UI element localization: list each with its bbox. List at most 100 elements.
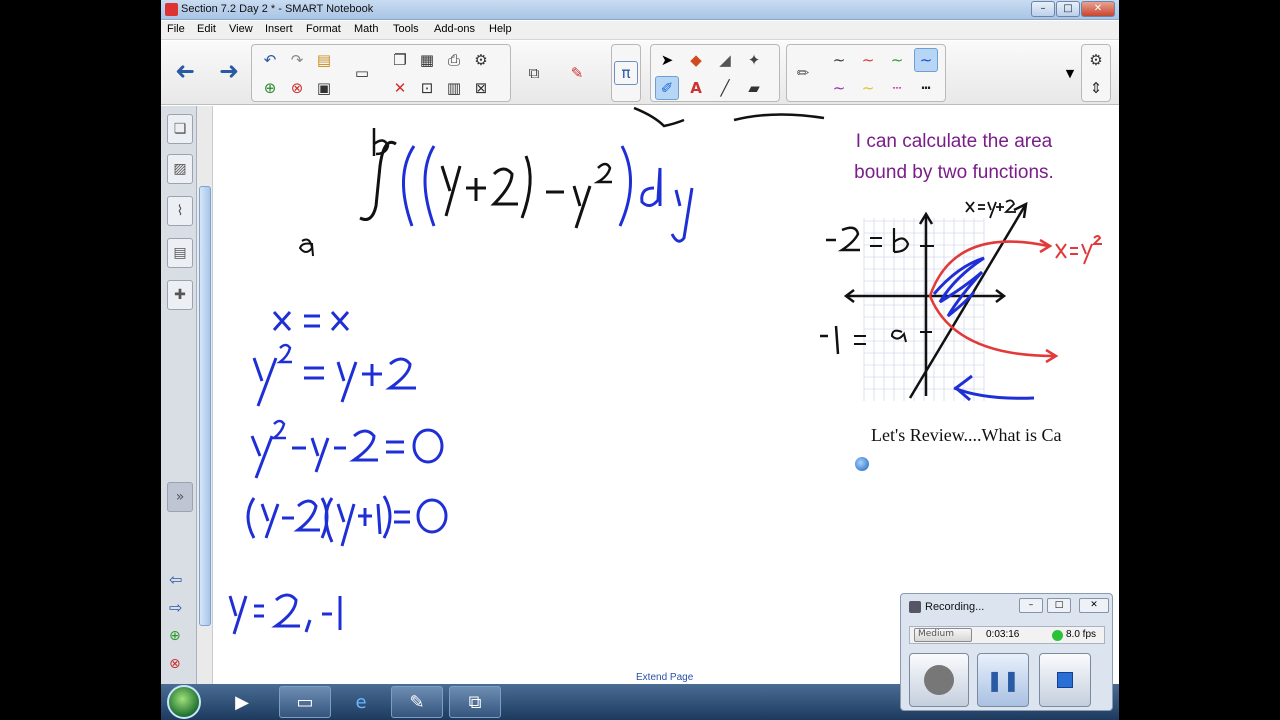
page-sorter-icon[interactable]: ❏ <box>167 114 193 144</box>
magic-pen-icon[interactable]: ✦ <box>742 48 766 72</box>
collapse-panel-icon[interactable]: » <box>167 482 193 512</box>
window-title: Section 7.2 Day 2 * - SMART Notebook <box>181 3 374 15</box>
back-arrow-icon[interactable]: ➜ <box>167 57 203 85</box>
smart-notebook-window: Section 7.2 Day 2 * - SMART Notebook – □… <box>161 0 1119 720</box>
table-icon[interactable]: ▥ <box>442 76 466 100</box>
smart-notebook-task-icon[interactable]: ✎ <box>391 686 443 718</box>
add-page-icon[interactable]: ⊕ <box>258 76 282 100</box>
pen-style-purple-icon[interactable]: ∼ <box>827 76 851 100</box>
maximize-button[interactable]: □ <box>1056 1 1080 17</box>
toolbar-group-settings: ⚙ ⇕ <box>1081 44 1111 102</box>
media-player-icon[interactable]: ▶ <box>221 686 263 718</box>
minimize-button[interactable]: – <box>1031 1 1055 17</box>
app-icon <box>165 3 178 16</box>
select-cursor-icon[interactable]: ➤ <box>655 48 679 72</box>
pause-icon: ❚❚ <box>986 668 1020 692</box>
pen-properties-icon[interactable]: ✏ <box>791 61 815 85</box>
toolbar-group-math: π <box>611 44 641 102</box>
start-orb-icon[interactable] <box>167 685 201 719</box>
pens-icon[interactable]: ✐ <box>655 76 679 100</box>
pen-style-green-icon[interactable]: ∼ <box>885 48 909 72</box>
next-page-icon[interactable]: ⇨ <box>169 598 182 617</box>
properties-icon[interactable]: ▤ <box>167 238 193 268</box>
paste-icon[interactable]: ❐ <box>388 48 412 72</box>
screen-capture-icon[interactable]: ▦ <box>415 48 439 72</box>
pen-style-dotted-icon[interactable]: ┅ <box>914 76 938 100</box>
record-button[interactable] <box>909 653 969 707</box>
fill-icon[interactable]: ▰ <box>742 76 766 100</box>
pen-style-yellow-icon[interactable]: ∼ <box>856 76 880 100</box>
document-camera-icon[interactable]: ⎙ <box>442 48 466 72</box>
goal-line-2: bound by two functions. <box>854 162 1054 183</box>
toolbar-group-tools: ➤ ◆ ◢ ✦ ✐ A ╱ ▰ <box>650 44 780 102</box>
recording-widget: Recording... – □ ✕ Medium 0:03:16 8.0 fp… <box>900 593 1113 711</box>
elapsed-time: 0:03:16 <box>986 629 1020 640</box>
menu-edit[interactable]: Edit <box>197 23 216 35</box>
stop-square-icon <box>1057 672 1073 688</box>
toolbar-group-pen-styles: ✏ ∼ ∼ ∼ ∼ ∼ ∼ ┄ ┅ <box>786 44 946 102</box>
customize-gear-icon[interactable]: ⚙ <box>1084 48 1108 72</box>
delete-page-side-icon[interactable]: ⊗ <box>169 656 181 672</box>
line-icon[interactable]: ╱ <box>713 76 737 100</box>
add-page-side-icon[interactable]: ⊕ <box>169 628 181 644</box>
internet-explorer-icon[interactable]: e <box>335 686 387 718</box>
shapes-icon[interactable]: ◆ <box>684 48 708 72</box>
close-button[interactable]: ✕ <box>1081 1 1115 17</box>
learning-goal-text: I can calculate the area bound by two fu… <box>804 126 1104 188</box>
scrollbar-thumb[interactable] <box>199 186 211 626</box>
addons-puzzle-icon[interactable]: ✚ <box>167 280 193 310</box>
menu-format[interactable]: Format <box>306 23 341 35</box>
text-icon[interactable]: A <box>684 76 708 100</box>
recorder-maximize-button[interactable]: □ <box>1047 598 1071 613</box>
menu-bar: File Edit View Insert Format Math Tools … <box>161 21 1119 40</box>
pause-button[interactable]: ❚❚ <box>977 653 1029 707</box>
tab-pane-scrollbar[interactable] <box>197 106 213 684</box>
save-icon[interactable]: ▣ <box>312 76 336 100</box>
undo-icon[interactable]: ↶ <box>258 48 282 72</box>
menu-addons[interactable]: Add-ons <box>434 23 475 35</box>
menu-help[interactable]: Help <box>489 23 512 35</box>
full-screen-icon[interactable]: ⊡ <box>415 76 439 100</box>
delete-page-icon[interactable]: ⊗ <box>285 76 309 100</box>
math-tools-icon[interactable]: π <box>614 61 638 85</box>
gallery-icon[interactable]: ▨ <box>167 154 193 184</box>
recorder-task-icon[interactable]: ⧉ <box>449 686 501 718</box>
settings-gear-icon[interactable]: ⚙ <box>469 48 493 72</box>
recording-status-bar: Medium 0:03:16 8.0 fps <box>909 626 1105 644</box>
pen-style-red-icon[interactable]: ∼ <box>856 48 880 72</box>
recorder-icon[interactable]: ⧉ <box>522 61 546 85</box>
menu-math[interactable]: Math <box>354 23 378 35</box>
extend-page-link[interactable]: Extend Page <box>636 672 693 683</box>
pen-style-dashed-icon[interactable]: ┄ <box>885 76 909 100</box>
recorder-close-button[interactable]: ✕ <box>1079 598 1109 613</box>
attachments-icon[interactable]: ⌇ <box>167 196 193 226</box>
link-globe-icon[interactable] <box>855 457 869 471</box>
title-bar: Section 7.2 Day 2 * - SMART Notebook – □… <box>161 0 1119 20</box>
open-folder-icon[interactable]: ▤ <box>312 48 336 72</box>
explorer-folder-icon[interactable]: ▭ <box>279 686 331 718</box>
recorder-app-icon <box>909 601 921 613</box>
pen-tray-icon[interactable]: ✎ <box>565 61 589 85</box>
delete-icon[interactable]: ✕ <box>388 76 412 100</box>
toolbar-more-dropdown-icon[interactable]: ▼ <box>1058 61 1082 85</box>
pen-style-blue-icon[interactable]: ∼ <box>914 48 938 72</box>
menu-view[interactable]: View <box>229 23 253 35</box>
recorder-minimize-button[interactable]: – <box>1019 598 1043 613</box>
redo-icon[interactable]: ↷ <box>285 48 309 72</box>
forward-arrow-icon[interactable]: ➜ <box>211 57 247 85</box>
move-toolbar-icon[interactable]: ⇕ <box>1084 76 1108 100</box>
previous-page-icon[interactable]: ⇦ <box>169 570 182 589</box>
review-text: Let's Review....What is Ca <box>871 425 1062 445</box>
stop-button[interactable] <box>1039 653 1091 707</box>
menu-tools[interactable]: Tools <box>393 23 419 35</box>
screen-shade-icon[interactable]: ▭ <box>350 61 374 85</box>
close-page-icon[interactable]: ⊠ <box>469 76 493 100</box>
menu-file[interactable]: File <box>167 23 185 35</box>
toolbar-group-edit: ↶ ↷ ▤ ⊕ ⊗ ▣ ▭ ❐ ▦ ⎙ ⚙ ✕ ⊡ ▥ ⊠ <box>251 44 511 102</box>
status-indicator-icon <box>1052 630 1063 641</box>
toolbar: ➜ ➜ ↶ ↷ ▤ ⊕ ⊗ ▣ ▭ ❐ ▦ ⎙ ⚙ ✕ ⊡ ▥ ⊠ ⧉ ✎ π … <box>161 41 1119 105</box>
eraser-icon[interactable]: ◢ <box>713 48 737 72</box>
menu-insert[interactable]: Insert <box>265 23 293 35</box>
pen-style-black-icon[interactable]: ∼ <box>827 48 851 72</box>
quality-select[interactable]: Medium <box>914 628 972 642</box>
